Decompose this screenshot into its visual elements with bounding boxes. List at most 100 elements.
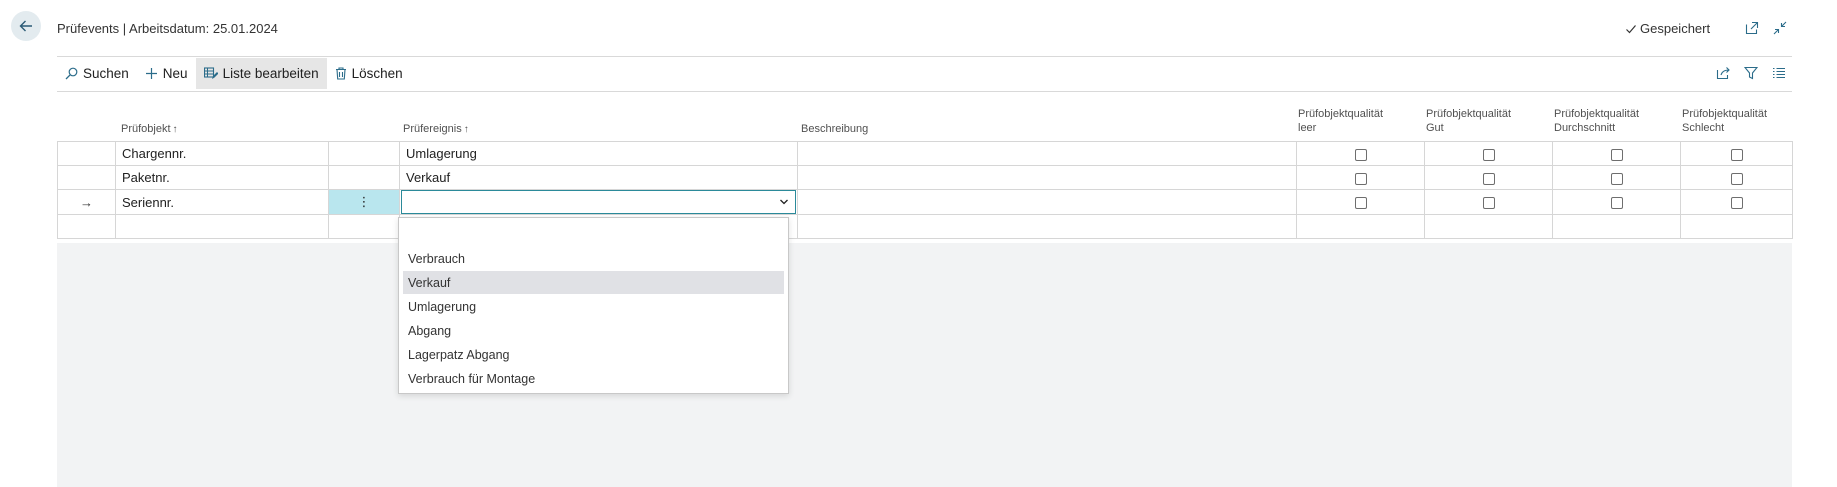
quality-gut-checkbox[interactable] (1482, 197, 1495, 210)
col-label: Schlecht (1682, 122, 1725, 134)
quality-gut-cell (1424, 165, 1553, 190)
quality-schlecht-checkbox[interactable] (1730, 197, 1743, 210)
plus-icon (145, 68, 157, 79)
quality-leer-checkbox[interactable] (1354, 172, 1367, 185)
quality-durchschnitt-cell[interactable] (1552, 214, 1681, 239)
pruefobjekt-cell[interactable]: Chargennr. (115, 141, 329, 166)
quality-schlecht-cell (1680, 165, 1793, 190)
share-icon (1716, 67, 1730, 80)
quality-durchschnitt-checkbox[interactable] (1610, 148, 1623, 161)
col-label: Prüfobjektqualität (1426, 108, 1511, 120)
collapse-icon (1773, 21, 1787, 35)
filter-button[interactable] (1742, 64, 1760, 82)
col-header-quality-gut[interactable]: Prüfobjektqualität Gut (1426, 107, 1511, 135)
row-indicator-cell[interactable] (57, 214, 116, 239)
trash-icon (335, 67, 346, 80)
list-view-button[interactable] (1770, 64, 1788, 82)
table-row-new[interactable] (57, 214, 1793, 239)
new-button[interactable]: Neu (137, 58, 196, 89)
share-button[interactable] (1714, 64, 1732, 82)
row-menu-cell[interactable] (328, 214, 400, 239)
sort-ascending-icon: ↑ (172, 124, 178, 135)
col-label: Prüfereignis (403, 123, 462, 135)
dropdown-option-highlighted[interactable]: Verkauf (403, 271, 784, 294)
quality-schlecht-cell (1680, 189, 1793, 215)
dropdown-option[interactable]: Abgang (403, 319, 784, 342)
filter-icon (1744, 66, 1758, 80)
chevron-down-icon (780, 199, 788, 205)
back-button[interactable] (11, 11, 41, 41)
quality-durchschnitt-checkbox[interactable] (1610, 197, 1623, 210)
current-row-arrow-icon: → (57, 189, 116, 215)
quality-durchschnitt-checkbox[interactable] (1610, 172, 1623, 185)
col-header-pruefobjekt[interactable]: Prüfobjekt ↑ (121, 122, 178, 137)
delete-button[interactable]: Löschen (327, 58, 411, 89)
beschreibung-cell[interactable] (797, 214, 1297, 239)
sort-ascending-icon: ↑ (463, 124, 469, 135)
col-header-pruefereignis[interactable]: Prüfereignis ↑ (403, 122, 469, 137)
row-indicator-cell[interactable] (57, 141, 116, 166)
col-label: Beschreibung (801, 123, 869, 135)
quality-schlecht-cell (1680, 141, 1793, 166)
row-menu-cell[interactable] (328, 141, 400, 166)
edit-list-label: Liste bearbeiten (222, 66, 319, 81)
quality-leer-cell[interactable] (1296, 214, 1425, 239)
col-header-quality-leer[interactable]: Prüfobjektqualität leer (1298, 107, 1383, 135)
pruefobjekt-cell[interactable]: Paketnr. (115, 165, 329, 190)
collapse-button[interactable] (1772, 20, 1788, 36)
beschreibung-cell[interactable] (797, 189, 1297, 215)
action-bar: Suchen Neu Liste bearbeiten Löschen (57, 58, 411, 89)
open-in-new-window-button[interactable] (1744, 20, 1760, 36)
col-label: Prüfobjekt (121, 123, 171, 135)
beschreibung-cell[interactable] (797, 165, 1297, 190)
dropdown-option[interactable]: Umlagerung (403, 295, 784, 318)
quality-gut-checkbox[interactable] (1482, 172, 1495, 185)
divider (57, 56, 1792, 57)
quality-leer-checkbox[interactable] (1354, 197, 1367, 210)
col-header-quality-durchschnitt[interactable]: Prüfobjektqualität Durchschnitt (1554, 107, 1639, 135)
delete-label: Löschen (351, 66, 403, 81)
col-label: Prüfobjektqualität (1682, 108, 1767, 120)
quality-schlecht-checkbox[interactable] (1730, 172, 1743, 185)
checkmark-icon (1626, 24, 1636, 33)
quality-durchschnitt-cell (1552, 141, 1681, 166)
open-in-new-window-icon (1745, 21, 1759, 35)
quality-gut-cell (1424, 141, 1553, 166)
pruefobjekt-cell[interactable]: Seriennr. (115, 189, 329, 215)
col-label: Durchschnitt (1554, 122, 1616, 134)
table-row[interactable]: Chargennr. Umlagerung (57, 141, 1793, 166)
search-icon (65, 67, 78, 80)
row-indicator-cell[interactable] (57, 165, 116, 190)
list-empty-area (57, 243, 1792, 487)
pruefereignis-cell[interactable] (399, 189, 798, 215)
row-menu-cell[interactable] (328, 165, 400, 190)
pruefobjekt-cell[interactable] (115, 214, 329, 239)
pruefereignis-cell[interactable]: Verkauf (399, 165, 798, 190)
quality-leer-checkbox[interactable] (1354, 148, 1367, 161)
edit-list-button[interactable]: Liste bearbeiten (195, 58, 327, 89)
quality-schlecht-checkbox[interactable] (1730, 148, 1743, 161)
quality-schlecht-cell[interactable] (1680, 214, 1793, 239)
col-label: Prüfobjektqualität (1298, 108, 1383, 120)
pruefereignis-cell[interactable]: Umlagerung (399, 141, 798, 166)
pruefereignis-select[interactable] (401, 190, 796, 214)
row-menu-button[interactable]: ⋮ (328, 189, 400, 215)
beschreibung-cell[interactable] (797, 141, 1297, 166)
col-header-quality-schlecht[interactable]: Prüfobjektqualität Schlecht (1682, 107, 1767, 135)
quality-leer-cell (1296, 165, 1425, 190)
dropdown-option[interactable]: Verbrauch für Montage (403, 367, 784, 390)
back-arrow-icon (19, 20, 32, 32)
dropdown-option-empty[interactable] (403, 222, 784, 245)
dropdown-option[interactable]: Verbrauch (403, 247, 784, 270)
quality-gut-cell[interactable] (1424, 214, 1553, 239)
table-row-current[interactable]: → Seriennr. ⋮ (57, 189, 1793, 215)
quality-leer-cell (1296, 141, 1425, 166)
pruefereignis-dropdown: Verbrauch Verkauf Umlagerung Abgang Lage… (398, 217, 789, 394)
search-label: Suchen (83, 66, 129, 81)
dropdown-option[interactable]: Lagerpatz Abgang (403, 343, 784, 366)
search-button[interactable]: Suchen (57, 58, 137, 89)
col-header-beschreibung[interactable]: Beschreibung (801, 122, 868, 136)
quality-leer-cell (1296, 189, 1425, 215)
quality-gut-checkbox[interactable] (1482, 148, 1495, 161)
table-row[interactable]: Paketnr. Verkauf (57, 165, 1793, 190)
